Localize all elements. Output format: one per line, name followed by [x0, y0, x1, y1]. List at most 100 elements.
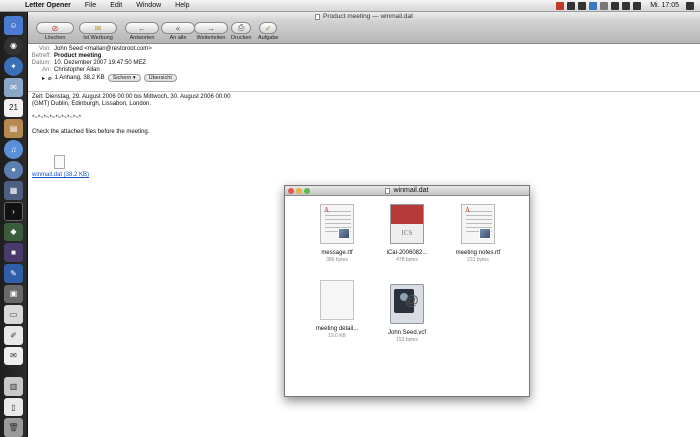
date-row: Datum: 10. Dezember 2007 19:47:50 MEZ [28, 60, 146, 66]
preview-dock-icon[interactable]: ▭ [4, 305, 23, 324]
menu-clock[interactable]: Mi. 17:05 [650, 2, 679, 9]
terminal-dock-icon[interactable]: › [4, 201, 23, 221]
textedit-dock-icon[interactable]: ✐ [4, 325, 23, 345]
message-body: Zeit: Dienstag, 29. August 2006 00:00 bi… [32, 94, 230, 136]
from-value[interactable]: John Seed <mallan@restoroot.com> [54, 46, 152, 52]
close-button[interactable] [288, 188, 294, 194]
junk-button[interactable]: ✉ Ist Werbung [79, 22, 117, 41]
finder-window-title: winmail.dat [393, 187, 429, 194]
body-line: Zeit: Dienstag, 29. August 2006 00:00 bi… [32, 94, 231, 100]
vcard-icon: @ [390, 284, 424, 324]
file-item[interactable]: A message.rtf 386 bytes [307, 204, 367, 263]
trash-icon[interactable]: 🗑 [4, 418, 23, 437]
file-name: meeting notes.rtf [455, 250, 501, 256]
file-name: message.rtf [321, 250, 353, 256]
task-button[interactable]: ✓ Aufgabe [258, 22, 279, 41]
file-size: 19.0 KB [328, 333, 346, 339]
status-menu-icon[interactable] [600, 1, 609, 10]
paperclip-icon: ⌀ [48, 75, 52, 82]
mail-toolbar: ⊘ Löschen ✉ Ist Werbung ← Antworten « An… [28, 21, 700, 44]
to-row: An: Christopher Allan [28, 67, 100, 73]
to-label: An: [41, 67, 51, 73]
documents-stack-icon[interactable]: ▯ [4, 397, 23, 417]
file-item[interactable]: @ John Seed.vcf 152 bytes [377, 284, 437, 343]
battery-icon[interactable] [633, 1, 642, 10]
dock: ☺ ◉ ✦ ✉ 21 ▤ ♫ ● ▦ › ◆ ■ ✎ ▣ ▭ ✐ ✉ ▥ ▯ 🗑 [0, 12, 28, 437]
file-size: 152 bytes [396, 337, 418, 343]
menu-help[interactable]: Help [168, 2, 196, 9]
rtf-document-icon: A [320, 204, 354, 244]
body-line: (GMT) Dublin, Edinburgh, Lissabon, Londo… [32, 101, 152, 107]
file-item[interactable]: A meeting notes.rtf 231 bytes [448, 204, 508, 263]
app-dock-icon[interactable]: ▣ [4, 284, 23, 304]
file-name: iCal-2006082... [386, 250, 428, 256]
subject-label: Betreff: [31, 53, 51, 59]
body-line: *~*~*~*~*~*~*~*~* [32, 115, 82, 121]
reply-all-button[interactable]: « An alle [161, 22, 195, 41]
app-dock-icon[interactable]: ✎ [4, 263, 23, 283]
save-attachments-button[interactable]: Sichern ▾ [107, 74, 141, 82]
finder-title-bar: winmail.dat [285, 186, 529, 196]
photos-dock-icon[interactable]: ▦ [4, 181, 23, 200]
ichat-dock-icon[interactable]: ● [4, 160, 23, 180]
delete-button[interactable]: ⊘ Löschen [36, 22, 74, 41]
status-menu-icon[interactable] [578, 1, 587, 10]
task-icon: ✓ [259, 22, 278, 34]
app-dock-icon[interactable]: ✉ [4, 346, 23, 366]
document-icon [315, 13, 321, 20]
forward-button[interactable]: → Weiterleiten [194, 22, 228, 41]
quick-look-button[interactable]: Übersicht [143, 74, 177, 82]
mail-title-bar: Product meeting — winmail.dat [28, 12, 700, 21]
menu-edit[interactable]: Edit [103, 2, 129, 9]
downloads-stack-icon[interactable]: ▥ [4, 377, 23, 396]
dashboard-dock-icon[interactable]: ◉ [4, 36, 23, 56]
print-button[interactable]: ⎙ Drucken [231, 22, 251, 41]
menu-file[interactable]: File [78, 2, 103, 9]
header-divider [28, 91, 700, 92]
attachment-link[interactable]: winmail.dat (38.2 KB) [32, 172, 89, 178]
generic-document-icon [320, 280, 354, 320]
forward-icon: → [194, 22, 228, 34]
attachment-row: ▸ ⌀ 1 Anhang, 38,2 KB Sichern ▾ Übersich… [42, 74, 177, 82]
ical-dock-icon[interactable]: 21 [4, 98, 23, 118]
menu-window[interactable]: Window [129, 2, 168, 9]
volume-icon[interactable] [622, 1, 631, 10]
minimize-button[interactable] [296, 188, 302, 194]
delete-icon: ⊘ [36, 22, 74, 34]
mail-dock-icon[interactable]: ✉ [4, 77, 23, 97]
reply-all-icon: « [161, 22, 195, 34]
ics-calendar-icon: ICS [390, 204, 424, 244]
file-size: 386 bytes [326, 257, 348, 263]
wifi-icon[interactable] [611, 1, 620, 10]
finder-dock-icon[interactable]: ☺ [4, 16, 23, 35]
from-label: Von: [38, 46, 51, 52]
spotlight-icon[interactable] [686, 1, 694, 10]
file-item[interactable]: meeting detail... 19.0 KB [307, 280, 367, 339]
file-size: 231 bytes [467, 257, 489, 263]
status-app-icon[interactable] [556, 1, 565, 10]
date-label: Datum: [31, 60, 51, 66]
document-icon [385, 187, 391, 194]
print-icon: ⎙ [231, 22, 252, 34]
message-headers: Von: John Seed <mallan@restoroot.com> Be… [28, 44, 700, 94]
status-menu-icon[interactable] [567, 1, 576, 10]
body-line: Check the attached files before the meet… [32, 129, 150, 135]
safari-dock-icon[interactable]: ✦ [4, 57, 23, 76]
status-menu-icon[interactable] [589, 1, 598, 10]
attachment-file-icon[interactable] [54, 155, 65, 169]
to-value[interactable]: Christopher Allan [54, 67, 100, 73]
disclosure-triangle-icon[interactable]: ▸ [42, 75, 45, 82]
zoom-button[interactable] [304, 188, 310, 194]
reply-button[interactable]: ← Antworten [125, 22, 159, 41]
file-item[interactable]: ICS iCal-2006082... 478 bytes [377, 204, 437, 263]
subject-value: Product meeting [54, 53, 102, 59]
itunes-dock-icon[interactable]: ♫ [4, 139, 23, 159]
app-menu[interactable]: Letter Opener [18, 2, 78, 9]
app-dock-icon[interactable]: ■ [4, 243, 23, 262]
app-dock-icon[interactable]: ◆ [4, 222, 23, 242]
mail-window-title: Product meeting — winmail.dat [323, 13, 413, 20]
addressbook-dock-icon[interactable]: ▤ [4, 119, 23, 138]
file-name: John Seed.vcf [387, 330, 427, 336]
menu-extras: Mi. 17:05 [556, 1, 700, 10]
from-row: Von: John Seed <mallan@restoroot.com> [28, 46, 152, 52]
